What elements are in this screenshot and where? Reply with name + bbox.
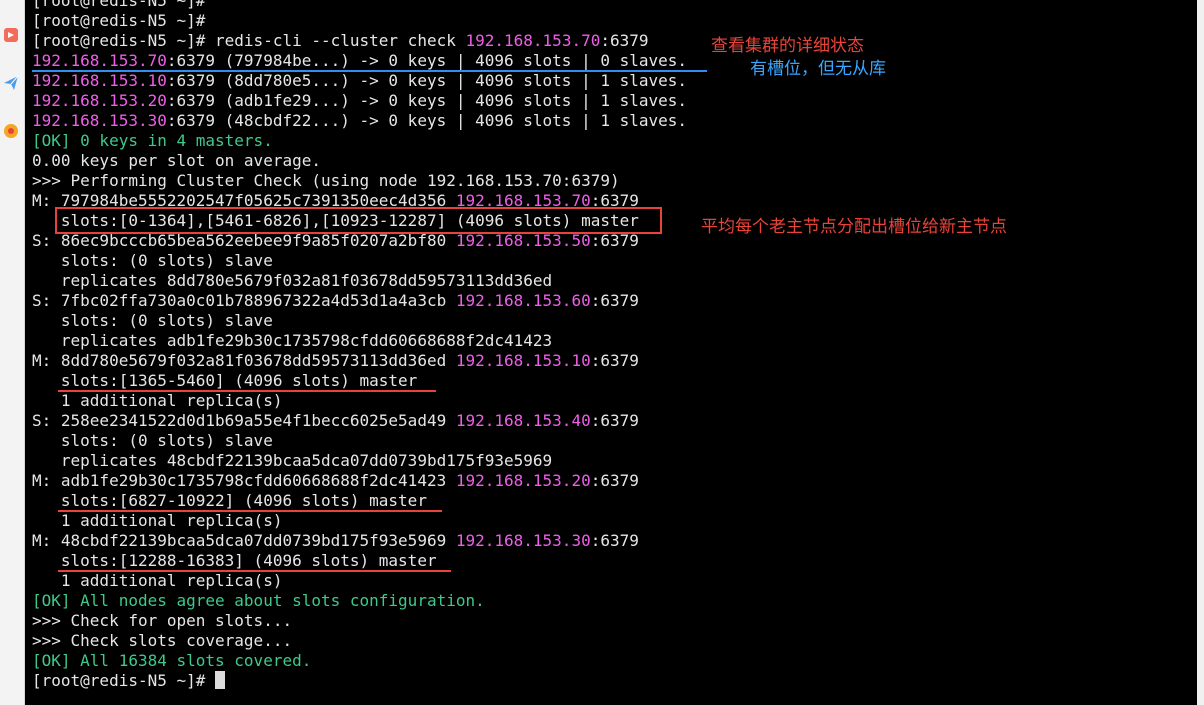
- terminal-text: [OK] 0 keys in 4 masters.: [32, 131, 273, 150]
- annotation-check-status: 查看集群的详细状态: [711, 36, 864, 56]
- terminal-text: 1 additional replica(s): [32, 391, 283, 410]
- terminal-text: slots:[12288-16383] (4096 slots) master: [32, 551, 437, 570]
- terminal-text: S: 258ee2341522d0d1b69a55e4f1becc6025e5a…: [32, 411, 456, 430]
- underline-slots-20: [58, 510, 442, 512]
- terminal-text: :6379 (8dd780e5...) -> 0 keys | 4096 slo…: [166, 71, 688, 90]
- terminal-line: 0.00 keys per slot on average.: [32, 151, 687, 171]
- terminal-line: 1 additional replica(s): [32, 571, 687, 591]
- terminal-line: [root@redis-N5 ~]#: [32, 0, 687, 11]
- terminal-text: slots:[1365-5460] (4096 slots) master: [32, 371, 418, 390]
- terminal-text: slots: (0 slots) slave: [32, 311, 273, 330]
- terminal-line: slots:[6827-10922] (4096 slots) master: [32, 491, 687, 511]
- terminal-line: S: 7fbc02ffa730a0c01b788967322a4d53d1a4a…: [32, 291, 687, 311]
- terminal-text: >>> Check slots coverage...: [32, 631, 293, 650]
- terminal-text: [root@redis-N5 ~]#: [32, 0, 206, 10]
- terminal-text: replicates 8dd780e5679f032a81f03678dd595…: [32, 271, 553, 290]
- terminal-line: [root@redis-N5 ~]#: [32, 11, 687, 31]
- terminal-line: S: 258ee2341522d0d1b69a55e4f1becc6025e5a…: [32, 411, 687, 431]
- terminal-line: [root@redis-N5 ~]#: [32, 671, 687, 691]
- terminal-text: slots:[6827-10922] (4096 slots) master: [32, 491, 427, 510]
- terminal-text: :6379: [590, 351, 639, 370]
- terminal-line: replicates adb1fe29b30c1735798cfdd606686…: [32, 331, 687, 351]
- window-right-edge: [1197, 0, 1204, 705]
- underline-slots-10: [58, 390, 436, 392]
- terminal-text: :6379: [600, 31, 649, 50]
- terminal-line: replicates 48cbdf22139bcaa5dca07dd0739bd…: [32, 451, 687, 471]
- ip-address: 192.168.153.30: [455, 531, 591, 550]
- terminal-line: [OK] 0 keys in 4 masters.: [32, 131, 687, 151]
- terminal-line: M: 48cbdf22139bcaa5dca07dd0739bd175f93e5…: [32, 531, 687, 551]
- terminal-line: [OK] All nodes agree about slots configu…: [32, 591, 687, 611]
- app-red-icon[interactable]: [0, 24, 22, 46]
- terminal-text: 0.00 keys per slot on average.: [32, 151, 321, 170]
- terminal-line: [OK] All 16384 slots covered.: [32, 651, 687, 671]
- ip-address: 192.168.153.60: [455, 291, 591, 310]
- left-taskbar: [0, 0, 25, 705]
- terminal-text: :6379: [590, 531, 639, 550]
- ip-address: 192.168.153.20: [455, 471, 591, 490]
- terminal-line: slots: (0 slots) slave: [32, 311, 687, 331]
- terminal-line: 192.168.153.10:6379 (8dd780e5...) -> 0 k…: [32, 71, 687, 91]
- ip-address: 192.168.153.40: [455, 411, 591, 430]
- ip-address: 192.168.153.10: [32, 71, 167, 90]
- terminal-text: slots: (0 slots) slave: [32, 431, 273, 450]
- underline-blue-new-master: [32, 70, 707, 72]
- terminal-text: S: 7fbc02ffa730a0c01b788967322a4d53d1a4a…: [32, 291, 456, 310]
- terminal-text: [root@redis-N5 ~]#: [32, 11, 206, 30]
- annotation-has-slots-no-slave: 有槽位，但无从库: [750, 59, 886, 79]
- terminal-text: :6379 (797984be...) -> 0 keys | 4096 slo…: [166, 51, 688, 70]
- terminal-text: M: 8dd780e5679f032a81f03678dd59573113dd3…: [32, 351, 456, 370]
- terminal-line: >>> Check for open slots...: [32, 611, 687, 631]
- terminal-line: slots: (0 slots) slave: [32, 251, 687, 271]
- terminal-cursor: [215, 671, 226, 689]
- terminal-text: [OK] All 16384 slots covered.: [32, 651, 312, 670]
- ip-address: 192.168.153.20: [32, 91, 167, 110]
- terminal-text: [root@redis-N5 ~]# redis-cli --cluster c…: [32, 31, 466, 50]
- terminal-text: slots: (0 slots) slave: [32, 251, 273, 270]
- terminal-text: 1 additional replica(s): [32, 511, 283, 530]
- terminal-text: :6379: [590, 471, 639, 490]
- terminal-line: M: adb1fe29b30c1735798cfdd60668688f2dc41…: [32, 471, 687, 491]
- terminal-text: M: 48cbdf22139bcaa5dca07dd0739bd175f93e5…: [32, 531, 456, 550]
- terminal-text: M: adb1fe29b30c1735798cfdd60668688f2dc41…: [32, 471, 456, 490]
- paper-plane-icon[interactable]: [0, 72, 22, 94]
- ip-address: 192.168.153.10: [455, 351, 591, 370]
- highlight-box-slots: [55, 207, 662, 234]
- terminal-line: slots:[1365-5460] (4096 slots) master: [32, 371, 687, 391]
- terminal-window[interactable]: [root@redis-N5 ~]# [root@redis-N5 ~]# [roo…: [25, 0, 1197, 705]
- terminal-line: [root@redis-N5 ~]# redis-cli --cluster c…: [32, 31, 687, 51]
- terminal-line: slots: (0 slots) slave: [32, 431, 687, 451]
- terminal-line: >>> Performing Cluster Check (using node…: [32, 171, 687, 191]
- terminal-line: 1 additional replica(s): [32, 391, 687, 411]
- annotation-slot-distribution: 平均每个老主节点分配出槽位给新主节点: [701, 217, 1007, 237]
- ip-address: 192.168.153.70: [465, 31, 601, 50]
- terminal-line: >>> Check slots coverage...: [32, 631, 687, 651]
- screenshot-root: [root@redis-N5 ~]# [root@redis-N5 ~]# [roo…: [0, 0, 1204, 705]
- terminal-output: [root@redis-N5 ~]# [root@redis-N5 ~]# [roo…: [32, 0, 687, 691]
- terminal-line: slots:[12288-16383] (4096 slots) master: [32, 551, 687, 571]
- ip-address: 192.168.153.30: [32, 111, 167, 130]
- terminal-text: >>> Performing Cluster Check (using node…: [32, 171, 620, 190]
- terminal-text: 1 additional replica(s): [32, 571, 283, 590]
- terminal-line: replicates 8dd780e5679f032a81f03678dd595…: [32, 271, 687, 291]
- terminal-text: [OK] All nodes agree about slots configu…: [32, 591, 485, 610]
- orange-app-icon[interactable]: [0, 120, 22, 142]
- terminal-line: M: 8dd780e5679f032a81f03678dd59573113dd3…: [32, 351, 687, 371]
- terminal-line: S: 86ec9bcccb65bea562eebee9f9a85f0207a2b…: [32, 231, 687, 251]
- terminal-text: :6379: [590, 291, 639, 310]
- terminal-line: 1 additional replica(s): [32, 511, 687, 531]
- terminal-line: 192.168.153.30:6379 (48cbdf22...) -> 0 k…: [32, 111, 687, 131]
- terminal-text: [root@redis-N5 ~]#: [32, 671, 216, 690]
- terminal-text: replicates adb1fe29b30c1735798cfdd606686…: [32, 331, 553, 350]
- terminal-text: replicates 48cbdf22139bcaa5dca07dd0739bd…: [32, 451, 553, 470]
- underline-slots-30: [58, 570, 451, 572]
- ip-address: 192.168.153.70: [32, 51, 167, 70]
- terminal-text: :6379 (48cbdf22...) -> 0 keys | 4096 slo…: [166, 111, 688, 130]
- terminal-text: :6379: [590, 411, 639, 430]
- terminal-line: 192.168.153.20:6379 (adb1fe29...) -> 0 k…: [32, 91, 687, 111]
- terminal-text: >>> Check for open slots...: [32, 611, 293, 630]
- terminal-line: 192.168.153.70:6379 (797984be...) -> 0 k…: [32, 51, 687, 71]
- terminal-text: :6379 (adb1fe29...) -> 0 keys | 4096 slo…: [166, 91, 688, 110]
